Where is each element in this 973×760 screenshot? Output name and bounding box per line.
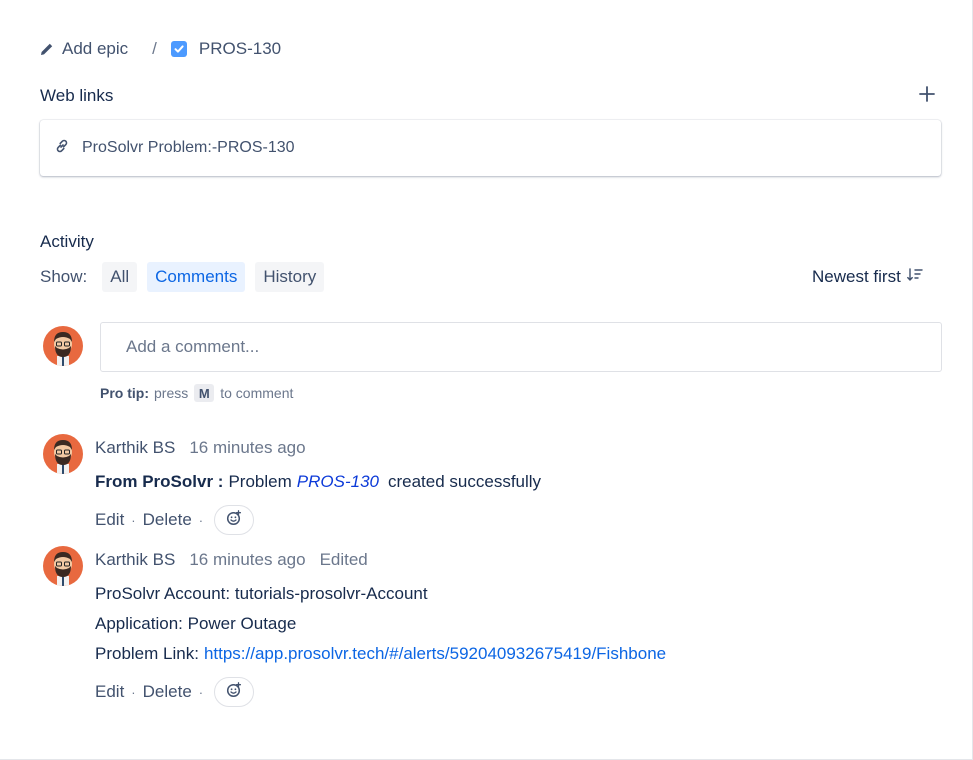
web-links-title: Web links (40, 86, 114, 105)
show-label: Show: (40, 267, 88, 286)
pro-tip-rest: to comment (220, 385, 294, 401)
comment-text: Problem (228, 472, 292, 491)
issue-key-link[interactable]: PROS-130 (170, 39, 282, 59)
breadcrumb-separator: / (152, 39, 157, 58)
comment-edited-label: Edited (319, 550, 368, 569)
avatar (43, 434, 83, 474)
breadcrumb: Add epic / PROS-130 (40, 38, 281, 60)
edit-comment-button[interactable]: Edit (95, 510, 124, 530)
problem-link-label: Problem Link: (95, 644, 199, 663)
comment-time: 16 minutes ago (189, 438, 306, 457)
link-icon (54, 138, 70, 159)
comment-time: 16 minutes ago (189, 550, 306, 569)
pro-tip: Pro tip: press M to comment (100, 383, 293, 403)
problem-link-url[interactable]: https://app.prosolvr.tech/#/alerts/59204… (204, 644, 666, 664)
issue-key: PROS-130 (198, 39, 282, 58)
sort-order-button[interactable]: Newest first (812, 266, 923, 288)
pro-tip-bold: Pro tip: (100, 385, 149, 401)
action-separator: · (198, 512, 204, 528)
add-reaction-icon (226, 681, 242, 703)
comment-author[interactable]: Karthik BS (95, 550, 175, 570)
add-reaction-button[interactable] (214, 505, 255, 535)
avatar (43, 546, 83, 586)
comment-author[interactable]: Karthik BS (95, 438, 175, 458)
delete-comment-button[interactable]: Delete (143, 510, 192, 530)
activity-title: Activity (40, 232, 94, 251)
sort-descending-icon (901, 267, 923, 287)
tab-all[interactable]: All (102, 262, 138, 292)
comment-actions: Edit · Delete · (95, 677, 255, 707)
comment-header: Karthik BS 16 minutes ago (95, 437, 320, 459)
tab-history[interactable]: History (255, 262, 325, 292)
checkbox-icon (170, 41, 187, 57)
comment-bold-prefix: From ProSolvr : (95, 472, 224, 491)
add-web-link-button[interactable] (916, 85, 938, 107)
sort-label: Newest first (812, 267, 901, 286)
comment-actions: Edit · Delete · (95, 505, 255, 535)
activity-filter: Show: All Comments History (40, 262, 334, 292)
edit-comment-button[interactable]: Edit (95, 682, 124, 702)
action-separator: · (198, 684, 204, 700)
comment-body: From ProSolvr : Problem PROS-130 created… (95, 471, 541, 493)
comment-body-line: ProSolvr Account: tutorials-prosolvr-Acc… (95, 584, 428, 603)
comment-body-line: Application: Power Outage (95, 614, 297, 633)
action-separator: · (131, 512, 136, 528)
pencil-icon (40, 42, 54, 56)
add-reaction-icon (226, 509, 242, 531)
add-reaction-button[interactable] (214, 677, 255, 707)
avatar (43, 326, 83, 366)
pro-tip-press: press (154, 385, 189, 401)
plus-icon (919, 85, 935, 107)
delete-comment-button[interactable]: Delete (143, 682, 192, 702)
comment-body-line: Problem Link: https://app.prosolvr.tech/… (95, 643, 666, 665)
add-epic-label: Add epic (62, 39, 129, 58)
add-comment-input[interactable]: Add a comment... (100, 322, 942, 372)
comment-header: Karthik BS 16 minutes ago Edited (95, 549, 368, 571)
tab-comments[interactable]: Comments (147, 262, 246, 292)
web-link-label: ProSolvr Problem:-PROS-130 (82, 139, 295, 156)
web-link-item[interactable]: ProSolvr Problem:-PROS-130 (40, 120, 941, 176)
action-separator: · (131, 684, 136, 700)
comment-text: created successfully (387, 472, 542, 491)
add-epic-link[interactable]: Add epic (40, 39, 128, 59)
issue-detail-panel: Add epic / PROS-130 Web links ProSolvr P… (0, 0, 973, 760)
shortcut-key: M (194, 384, 215, 402)
issue-link[interactable]: PROS-130 (297, 472, 379, 492)
